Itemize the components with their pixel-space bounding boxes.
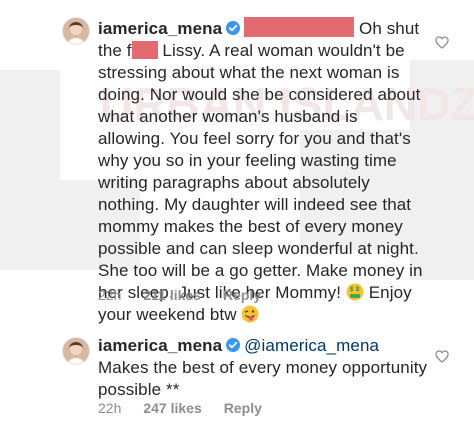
comment-meta: 22h 247 likes Reply [98,400,262,416]
comment-meta: 22h 211 likes Reply [98,287,261,303]
heart-icon[interactable] [435,36,449,49]
verified-badge-icon [226,338,241,352]
heart-icon[interactable] [435,350,449,363]
money-mouth-face-icon: $ $ [346,283,364,301]
svg-text:$: $ [356,287,360,293]
redaction-block [131,41,158,59]
verified-badge-icon [226,21,241,35]
mention-link[interactable]: @iamerica_mena [244,336,379,355]
likes-count[interactable]: 211 likes [143,287,201,303]
timestamp: 22h [98,287,122,303]
username[interactable]: iamerica_mena [98,336,222,355]
redaction-block [244,17,355,37]
username[interactable]: iamerica_mena [98,19,222,38]
avatar[interactable] [62,337,90,365]
comment-2: iamerica_mena @iamerica_mena Makes the be… [0,320,474,426]
comment-text: iamerica_mena @iamerica_mena Makes the be… [98,335,428,401]
comment-text: iamerica_mena Oh shut the f Lissy. A rea… [98,17,428,326]
reply-button[interactable]: Reply [224,400,262,416]
svg-text:$: $ [350,287,354,293]
comment-1: iamerica_mena Oh shut the f Lissy. A rea… [0,0,474,324]
avatar[interactable] [62,17,90,45]
likes-count[interactable]: 247 likes [143,400,201,416]
comment-text-part2: Lissy. A real woman wouldn't be stressin… [98,41,423,302]
timestamp: 22h [98,400,122,416]
comment-text-part1: Makes the best of every money opportunit… [98,358,428,399]
reply-button[interactable]: Reply [223,287,261,303]
